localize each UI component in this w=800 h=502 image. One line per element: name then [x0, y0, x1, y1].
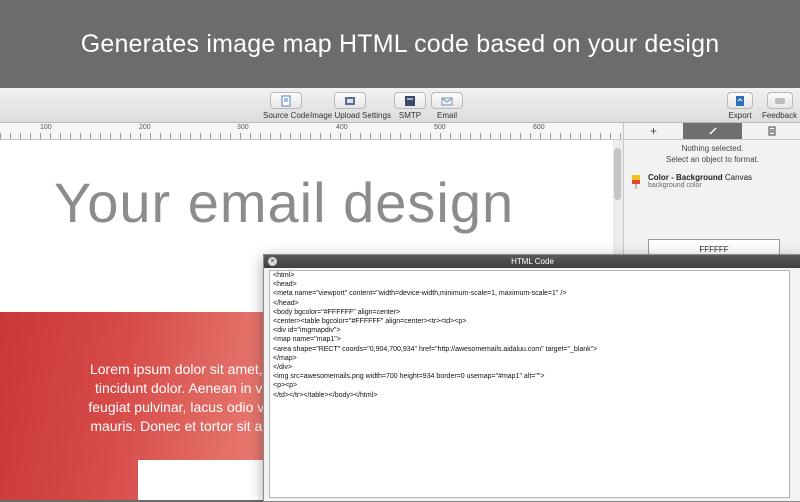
ruler-mark: 600	[533, 124, 545, 131]
code-line: <img src=awesomemails.png width=700 heig…	[273, 373, 545, 381]
source-code-icon	[270, 92, 303, 109]
document-icon	[768, 126, 775, 136]
email-design-title[interactable]: Your email design	[54, 170, 514, 235]
html-code-textarea[interactable]: <html> <head> <meta name="viewport" cont…	[269, 270, 790, 498]
html-code-titlebar: × HTML Code	[264, 255, 800, 268]
feedback-button[interactable]: Feedback	[762, 92, 797, 120]
ruler-mark: 200	[139, 124, 151, 131]
source-code-button[interactable]: Source Code	[263, 92, 310, 120]
email-icon	[431, 92, 463, 109]
code-line: </map>	[273, 354, 297, 362]
code-line: <center><table bgcolor="#FFFFFF" align=c…	[273, 318, 467, 326]
smtp-icon	[394, 92, 426, 109]
tab-document[interactable]	[742, 123, 800, 139]
ruler-mark: 400	[336, 124, 348, 131]
export-button[interactable]: Export	[727, 92, 753, 120]
export-icon	[727, 92, 753, 109]
toolbar: Source Code Image Upload Settings SMTP E…	[0, 88, 800, 123]
selection-status: Nothing selected. Select an object to fo…	[666, 144, 759, 164]
code-line: <body bgcolor="#FFFFFF" align=center>	[273, 308, 401, 316]
tab-add[interactable]: +	[624, 123, 683, 139]
ruler-mark: 100	[40, 124, 52, 131]
brush-icon	[708, 127, 717, 135]
upload-icon	[334, 92, 367, 109]
tab-format[interactable]	[683, 123, 742, 139]
code-line: <head>	[273, 281, 297, 289]
email-button[interactable]: Email	[431, 92, 463, 120]
code-line: </div>	[273, 364, 293, 372]
banner-headline: Generates image map HTML code based on y…	[80, 29, 720, 58]
smtp-button[interactable]: SMTP	[394, 92, 426, 120]
feedback-icon	[766, 92, 793, 109]
vertical-scrollbar[interactable]	[614, 148, 621, 200]
code-line: <map name="map1">	[273, 336, 341, 344]
ruler-mark: 500	[434, 124, 446, 131]
ruler-mark: 300	[237, 124, 249, 131]
code-line: </head>	[273, 299, 299, 307]
code-line: <meta name="viewport" content="width=dev…	[273, 290, 567, 298]
code-line: <div id="imgmapdiv">	[273, 327, 341, 335]
code-line: <area shape="RECT" coords="0,904,700,934…	[273, 345, 598, 353]
code-line: </td></tr></table></body></html>	[273, 391, 378, 399]
image-upload-settings-button[interactable]: Image Upload Settings	[310, 92, 391, 120]
html-code-window: × HTML Code <html> <head> <meta name="vi…	[263, 254, 800, 502]
promo-banner: Generates image map HTML code based on y…	[0, 0, 800, 88]
paint-bucket-icon	[632, 175, 640, 189]
code-line: <p><p>	[273, 382, 298, 390]
close-icon[interactable]: ×	[268, 257, 277, 266]
panel-tabs: +	[624, 123, 800, 140]
background-color-row: Color - Background Canvas background col…	[632, 173, 794, 189]
horizontal-ruler: 100 200 300 400 500 600	[0, 123, 622, 140]
code-line: <html>	[273, 272, 295, 279]
